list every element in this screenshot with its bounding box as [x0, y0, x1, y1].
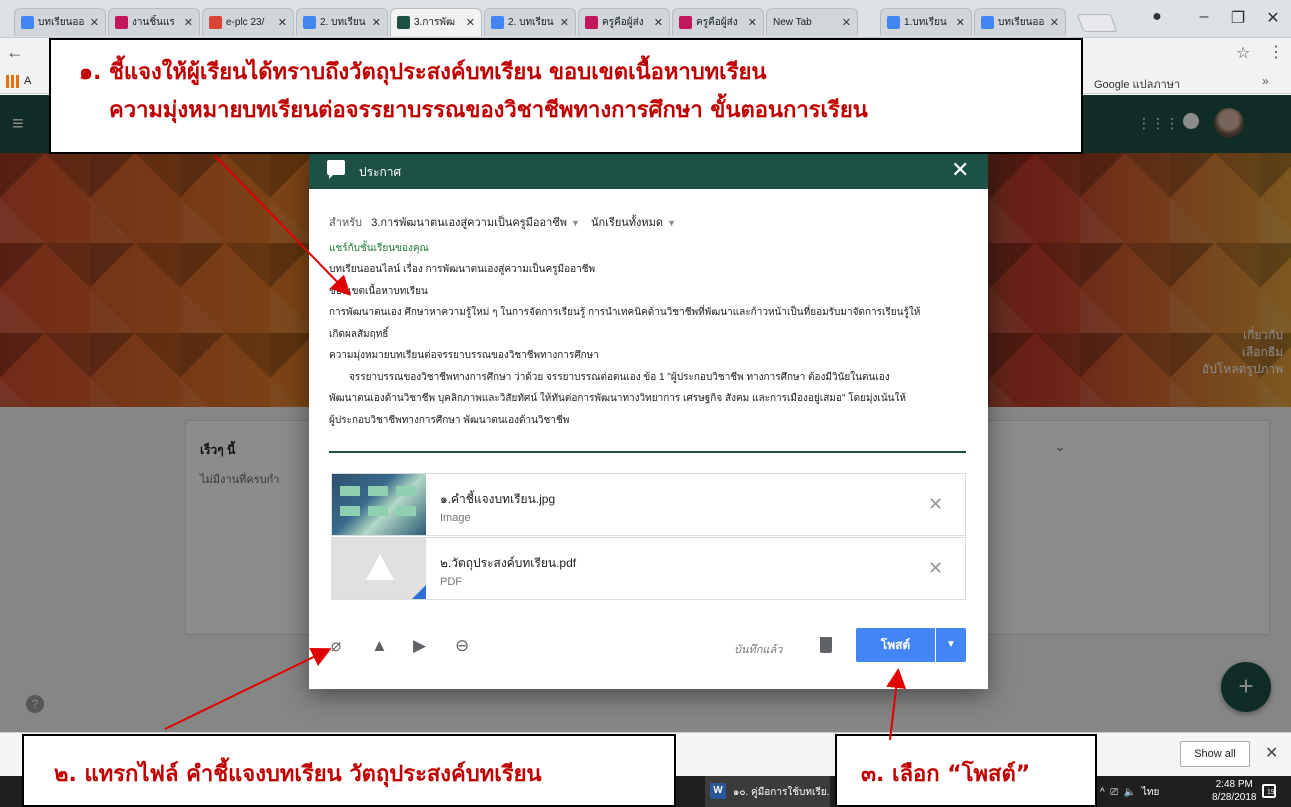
callout-step-2: ๒. แทรกไฟล์ คำชี้แจงบทเรียน วัตถุประสงค์…: [22, 734, 676, 807]
close-icon[interactable]: ✕: [748, 16, 757, 29]
tab-favicon: [397, 16, 410, 29]
audience-row: สำหรับ 3.การพัฒนาตนเองสู่ความเป็นครูมืออ…: [329, 213, 684, 231]
new-tab-button[interactable]: [1076, 14, 1118, 32]
close-icon[interactable]: ✕: [956, 16, 965, 29]
back-arrow-icon[interactable]: ←: [6, 42, 24, 63]
close-icon[interactable]: ✕: [466, 16, 475, 29]
dropdown-arrow-icon[interactable]: ▼: [667, 218, 676, 228]
youtube-icon[interactable]: ▶: [413, 636, 426, 656]
post-button[interactable]: โพสต์: [856, 628, 935, 662]
apps-icon[interactable]: [6, 75, 19, 88]
announcement-textarea[interactable]: บทเรียนออนไลน์ เรื่อง การพัฒนาตนเองสู่คว…: [329, 259, 969, 431]
bookmark-apps-label[interactable]: A: [24, 75, 31, 87]
for-label: สำหรับ: [329, 217, 363, 229]
word-icon: W: [710, 783, 726, 799]
browser-tab[interactable]: e-plc 23/✕: [202, 8, 294, 36]
browser-tab[interactable]: ครูคือผู้ส่ง ✕: [672, 8, 764, 36]
profile-icon[interactable]: ●: [1142, 8, 1172, 26]
attachment-type: PDF: [440, 576, 462, 588]
close-icon[interactable]: ✕: [278, 16, 287, 29]
browser-tab[interactable]: New Tab ✕: [766, 8, 858, 36]
tab-favicon: [981, 16, 994, 29]
close-icon[interactable]: ✕: [372, 16, 381, 29]
browser-tab[interactable]: 2. บทเรียน ✕: [296, 8, 388, 36]
announcement-icon: [327, 160, 345, 179]
star-icon[interactable]: ☆: [1236, 43, 1250, 63]
attachment-item[interactable]: ๑.คำชี้แจงบทเรียน.jpg Image ✕: [331, 473, 966, 536]
window-close-icon[interactable]: ✕: [1258, 8, 1288, 28]
tab-favicon: [679, 16, 692, 29]
action-center-icon[interactable]: 19: [1262, 784, 1276, 798]
close-icon[interactable]: ✕: [842, 16, 851, 29]
remove-attachment-icon[interactable]: ✕: [928, 494, 943, 515]
callout-step-3: ๓. เลือก “โพสต์”: [835, 734, 1097, 807]
browser-tab[interactable]: งานชิ้นแร ✕: [108, 8, 200, 36]
tab-favicon: [491, 16, 504, 29]
close-icon[interactable]: ✕: [654, 16, 663, 29]
close-icon[interactable]: ✕: [951, 157, 969, 183]
close-icon[interactable]: ✕: [184, 16, 193, 29]
body-line: เกิดผลสัมฤทธิ์: [329, 328, 389, 340]
tab-favicon: [21, 16, 34, 29]
saved-status: บันทึกแล้ว: [734, 644, 783, 656]
browser-tab-active[interactable]: 3.การพัฒ ✕: [390, 8, 482, 36]
close-icon[interactable]: ✕: [1265, 743, 1278, 763]
clock[interactable]: 2:48 PM 8/28/2018: [1212, 778, 1257, 804]
google-drive-icon: [366, 554, 394, 580]
system-tray: ^ ⎚ 🔈 ไทย: [1100, 787, 1160, 798]
close-icon[interactable]: ✕: [560, 16, 569, 29]
bookmarks-more[interactable]: »: [1262, 74, 1269, 88]
language-indicator[interactable]: ไทย: [1142, 787, 1159, 798]
close-icon[interactable]: ✕: [90, 16, 99, 29]
callout-text: ๑. ชี้แจงให้ผู้เรียนได้ทราบถึงวัตถุประสง…: [79, 60, 767, 85]
dialog-title: ประกาศ: [359, 165, 402, 179]
tab-favicon: [585, 16, 598, 29]
browser-tab[interactable]: 2. บทเรียน ✕: [484, 8, 576, 36]
class-select[interactable]: 3.การพัฒนาตนเองสู่ความเป็นครูมืออาชีพ: [371, 217, 567, 229]
attachment-item[interactable]: ๒.วัตถุประสงค์บทเรียน.pdf PDF ✕: [331, 537, 966, 600]
body-line: จรรยาบรรณของวิชาชีพทางการศึกษา ว่าด้วย จ…: [349, 371, 890, 383]
bookmark-google-translate[interactable]: Google แปลภาษา: [1094, 75, 1180, 93]
remove-attachment-icon[interactable]: ✕: [928, 558, 943, 579]
students-select[interactable]: นักเรียนทั้งหมด: [591, 217, 663, 229]
dialog-header: ประกาศ ✕: [309, 153, 988, 189]
body-line: ความมุ่งหมายบทเรียนต่อจรรยาบรรณของวิชาชี…: [329, 350, 599, 361]
browser-tab-strip: บทเรียนออ ✕ งานชิ้นแร ✕ e-plc 23/✕ 2. บทเร…: [0, 0, 1291, 38]
body-line: ขอบเขตเนื้อหาบทเรียน: [329, 285, 428, 297]
show-all-button[interactable]: Show all: [1180, 741, 1250, 767]
google-drive-icon[interactable]: ▲: [371, 636, 388, 656]
browser-tab[interactable]: บทเรียนออ ✕: [974, 8, 1066, 36]
dropdown-arrow-icon[interactable]: ▼: [571, 218, 580, 228]
attachment-name: ๒.วัตถุประสงค์บทเรียน.pdf: [440, 556, 577, 570]
maximize-icon[interactable]: ❐: [1223, 8, 1253, 28]
trash-icon[interactable]: [820, 637, 832, 653]
browser-tab[interactable]: 1.บทเรียน ✕: [880, 8, 972, 36]
share-label: แชร์กับชั้นเรียนของคุณ: [329, 243, 429, 254]
tab-favicon: [887, 16, 900, 29]
body-line: การพัฒนาตนเอง ศึกษาหาความรู้ใหม่ ๆ ในการ…: [329, 307, 921, 318]
tab-favicon: [115, 16, 128, 29]
paperclip-icon[interactable]: ⌀: [331, 636, 341, 656]
announcement-dialog: ประกาศ ✕ สำหรับ 3.การพัฒนาตนเองสู่ความเป…: [309, 153, 988, 689]
kebab-menu-icon[interactable]: ⋮: [1268, 42, 1284, 62]
attachment-type: Image: [440, 512, 471, 524]
post-options-dropdown[interactable]: ▼: [936, 628, 966, 662]
image-thumbnail: [332, 474, 426, 535]
callout-text: ความมุ่งหมายบทเรียนต่อจรรยาบรรณของวิชาชี…: [109, 98, 868, 123]
browser-tab[interactable]: ครูคือผู้ส่ง ✕: [578, 8, 670, 36]
body-line: พัฒนาตนเองด้านวิชาชีพ บุคลิกภาพและวิสัยท…: [329, 393, 906, 404]
close-icon[interactable]: ✕: [1050, 16, 1059, 29]
callout-step-1: ๑. ชี้แจงให้ผู้เรียนได้ทราบถึงวัตถุประสง…: [49, 38, 1083, 154]
browser-tab[interactable]: บทเรียนออ ✕: [14, 8, 106, 36]
attachment-name: ๑.คำชี้แจงบทเรียน.jpg: [440, 492, 556, 506]
body-line: ผู้ประกอบวิชาชีพทางการศึกษา พัฒนาตนเองด้…: [329, 414, 570, 426]
pdf-thumbnail: [332, 538, 426, 599]
tab-favicon: [303, 16, 316, 29]
body-line: บทเรียนออนไลน์ เรื่อง การพัฒนาตนเองสู่คว…: [329, 264, 596, 275]
minimize-icon[interactable]: –: [1189, 8, 1219, 26]
textarea-underline: [329, 451, 966, 453]
gmail-icon: [209, 16, 222, 29]
link-icon[interactable]: ⊖: [455, 636, 469, 656]
